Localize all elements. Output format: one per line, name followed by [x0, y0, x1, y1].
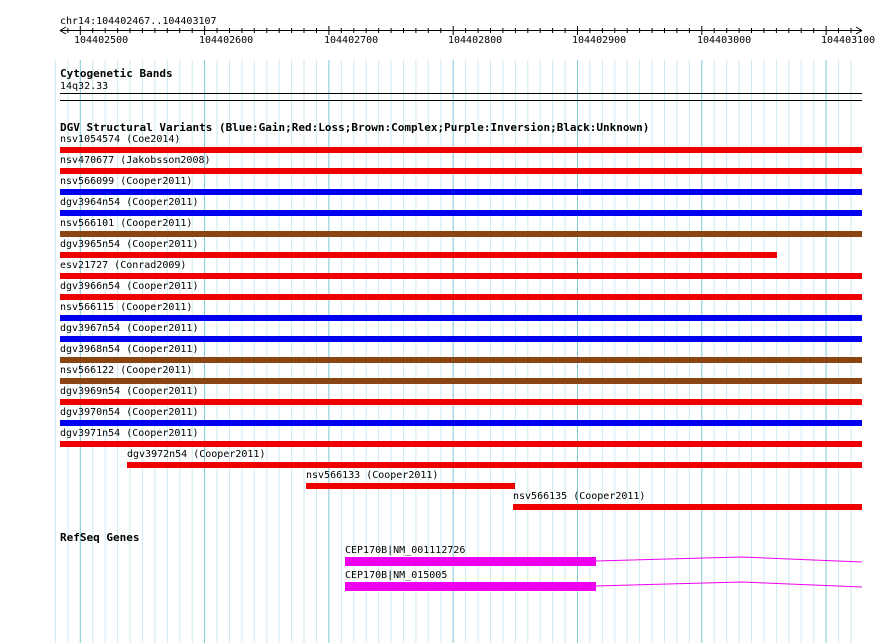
variant-bar[interactable]	[513, 504, 862, 510]
variant-bar[interactable]	[306, 483, 515, 489]
gene-label: CEP170B|NM_001112726	[345, 545, 466, 556]
ruler-tick-label: 104403100	[821, 35, 876, 46]
cytoband-label: 14q32.33	[60, 81, 109, 92]
variant-bar[interactable]	[60, 441, 862, 447]
variant-bar[interactable]	[60, 420, 862, 426]
variant-label: nsv566135 (Cooper2011)	[513, 491, 646, 502]
ruler-tick-label: 104402500	[74, 35, 129, 46]
ruler-tick-label: 104402600	[199, 35, 254, 46]
variant-label: dgv3966n54 (Cooper2011)	[60, 281, 199, 292]
variant-label: dgv3967n54 (Cooper2011)	[60, 323, 199, 334]
ruler-tick-label: 104403000	[697, 35, 752, 46]
variant-label: nsv566101 (Cooper2011)	[60, 218, 193, 229]
variant-bar[interactable]	[60, 147, 862, 153]
variant-bar[interactable]	[60, 315, 862, 321]
variant-label: nsv566115 (Cooper2011)	[60, 302, 193, 313]
variant-bar[interactable]	[60, 252, 777, 258]
variant-label: nsv1054574 (Coe2014)	[60, 134, 181, 145]
variant-label: nsv566122 (Cooper2011)	[60, 365, 193, 376]
variant-bar[interactable]	[60, 168, 862, 174]
cytoband-track-line	[60, 100, 862, 101]
gene-exon[interactable]	[345, 582, 596, 591]
variant-label: nsv566133 (Cooper2011)	[306, 470, 439, 481]
variant-label: dgv3965n54 (Cooper2011)	[60, 239, 199, 250]
gene-intron-line	[595, 556, 863, 563]
variant-label: dgv3964n54 (Cooper2011)	[60, 197, 199, 208]
variant-bar[interactable]	[60, 378, 862, 384]
variant-label: dgv3971n54 (Cooper2011)	[60, 428, 199, 439]
variant-label: esv21727 (Conrad2009)	[60, 260, 187, 271]
location-label: chr14:104402467..104403107	[60, 16, 217, 27]
variant-label: nsv566099 (Cooper2011)	[60, 176, 193, 187]
variant-bar[interactable]	[60, 294, 862, 300]
variant-label: dgv3969n54 (Cooper2011)	[60, 386, 199, 397]
dgv-track-title: DGV Structural Variants (Blue:Gain;Red:L…	[60, 121, 650, 134]
variant-label: nsv470677 (Jakobsson2008)	[60, 155, 211, 166]
variant-bar[interactable]	[60, 399, 862, 405]
ruler-tick-label: 104402900	[572, 35, 627, 46]
ruler-tick-label: 104402800	[448, 35, 503, 46]
coordinate-ruler	[59, 26, 863, 35]
variant-label: dgv3972n54 (Cooper2011)	[127, 449, 266, 460]
variant-bar[interactable]	[60, 336, 862, 342]
gene-intron-line	[595, 581, 863, 588]
cytoband-track-line	[60, 93, 862, 94]
variant-label: dgv3968n54 (Cooper2011)	[60, 344, 199, 355]
ruler-tick-label: 104402700	[324, 35, 379, 46]
variant-bar[interactable]	[60, 210, 862, 216]
variant-bar[interactable]	[127, 462, 862, 468]
variant-bar[interactable]	[60, 357, 862, 363]
cytogenetic-bands-title: Cytogenetic Bands	[60, 67, 173, 80]
gene-exon[interactable]	[345, 557, 596, 566]
variant-bar[interactable]	[60, 273, 862, 279]
variant-bar[interactable]	[60, 231, 862, 237]
variant-bar[interactable]	[60, 189, 862, 195]
variant-label: dgv3970n54 (Cooper2011)	[60, 407, 199, 418]
gene-label: CEP170B|NM_015005	[345, 570, 448, 581]
